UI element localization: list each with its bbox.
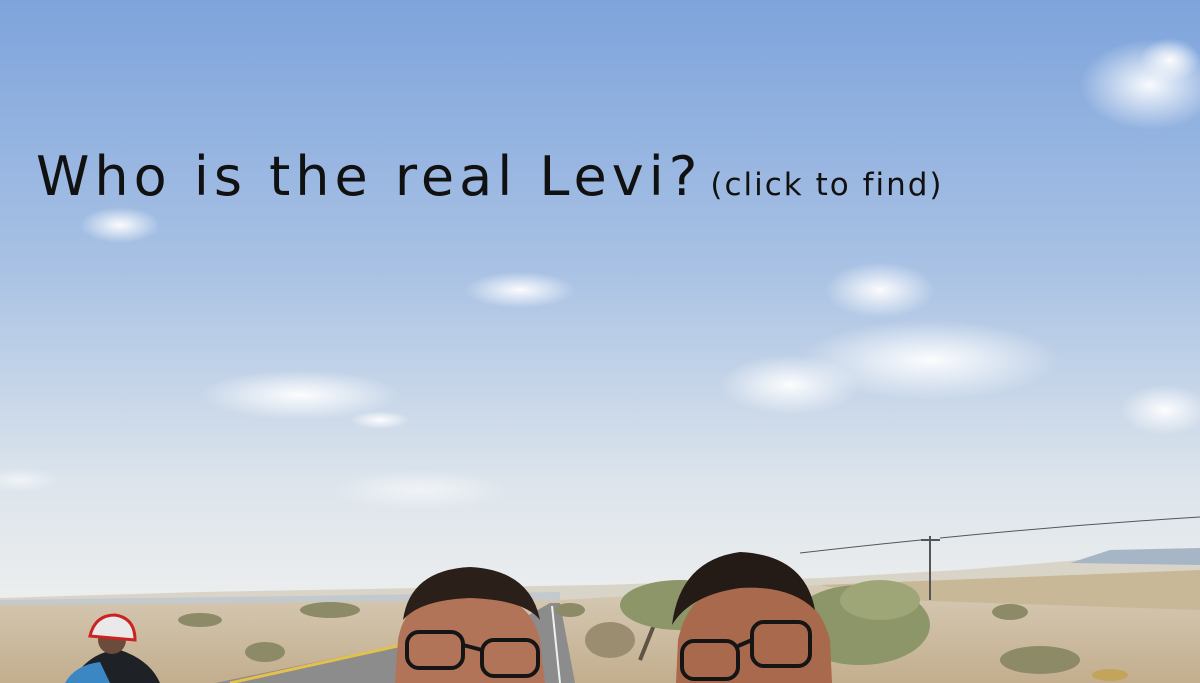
headline-hint: (click to find)	[710, 167, 944, 203]
desert-road-photo	[0, 0, 1200, 683]
sky	[0, 0, 1200, 600]
find-levi-headline[interactable]: Who is the real Levi? (click to find)	[36, 150, 944, 204]
headline-question: Who is the real Levi?	[36, 145, 703, 208]
